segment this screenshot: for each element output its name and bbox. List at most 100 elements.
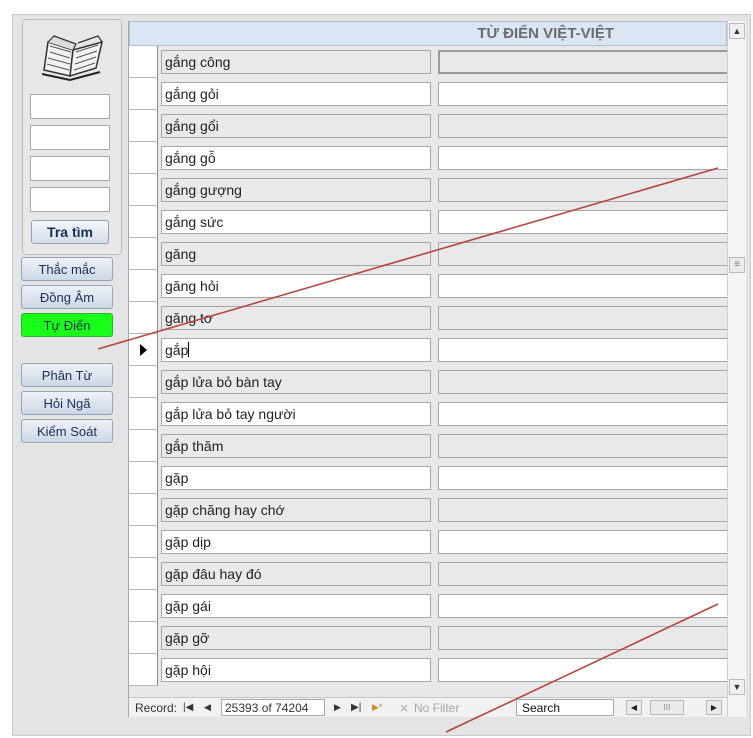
table-row[interactable]: gắp xyxy=(129,334,729,366)
row-selector[interactable] xyxy=(129,302,158,334)
definition-cell[interactable] xyxy=(438,370,729,394)
search-button[interactable]: Tra tìm xyxy=(31,220,109,244)
last-record-icon[interactable]: ▶| xyxy=(351,702,361,713)
scroll-right-icon[interactable]: ▶ xyxy=(706,700,722,715)
definition-cell[interactable] xyxy=(438,626,729,650)
table-row[interactable]: gặp xyxy=(129,462,729,494)
definition-cell[interactable] xyxy=(438,114,729,138)
row-selector[interactable] xyxy=(129,590,158,622)
definition-cell[interactable] xyxy=(438,82,729,106)
table-row[interactable]: găng hỏi xyxy=(129,270,729,302)
row-selector[interactable] xyxy=(129,142,158,174)
scroll-up-icon[interactable]: ▲ xyxy=(729,23,745,39)
word-cell[interactable]: gắp lửa bỏ bàn tay xyxy=(161,370,431,394)
word-cell[interactable]: gặp dịp xyxy=(161,530,431,554)
table-row[interactable]: gắp lửa bỏ bàn tay xyxy=(129,366,729,398)
table-row[interactable]: gắp thăm xyxy=(129,430,729,462)
row-selector[interactable] xyxy=(129,462,158,494)
lookup-input-3[interactable] xyxy=(30,156,110,181)
table-row[interactable]: gặp hội xyxy=(129,654,729,686)
row-selector[interactable] xyxy=(129,334,158,366)
row-selector[interactable] xyxy=(129,654,158,686)
word-cell[interactable]: gắp xyxy=(161,338,431,362)
table-row[interactable]: gắng gổi xyxy=(129,110,729,142)
word-cell[interactable]: gắp thăm xyxy=(161,434,431,458)
table-row[interactable]: gắp lửa bỏ tay người xyxy=(129,398,729,430)
table-row[interactable]: gặp gỡ xyxy=(129,622,729,654)
word-cell[interactable]: gặp gái xyxy=(161,594,431,618)
word-cell[interactable]: gặp gỡ xyxy=(161,626,431,650)
word-cell[interactable]: gặp chăng hay chớ xyxy=(161,498,431,522)
definition-cell[interactable] xyxy=(438,50,729,74)
table-row[interactable]: gắng sức xyxy=(129,206,729,238)
table-row[interactable]: gắng gượng xyxy=(129,174,729,206)
lookup-input-1[interactable] xyxy=(30,94,110,119)
lookup-input-4[interactable] xyxy=(30,187,110,212)
row-selector[interactable] xyxy=(129,430,158,462)
definition-cell[interactable] xyxy=(438,402,729,426)
table-row[interactable]: gắng công xyxy=(129,46,729,78)
prev-record-icon[interactable]: ◀ xyxy=(204,702,211,713)
row-selector[interactable] xyxy=(129,398,158,430)
row-selector[interactable] xyxy=(129,46,158,78)
nav-button-phan-tu[interactable]: Phân Từ xyxy=(21,363,113,387)
row-selector[interactable] xyxy=(129,622,158,654)
row-selector[interactable] xyxy=(129,526,158,558)
table-row[interactable]: găng xyxy=(129,238,729,270)
definition-cell[interactable] xyxy=(438,146,729,170)
word-cell[interactable]: gặp đâu hay đó xyxy=(161,562,431,586)
horizontal-scrollbar[interactable]: ◀ III ▶ xyxy=(626,700,726,715)
definition-cell[interactable] xyxy=(438,498,729,522)
definition-cell[interactable] xyxy=(438,562,729,586)
nav-button-thac-mac[interactable]: Thắc mắc xyxy=(21,257,113,281)
nav-button-dong-am[interactable]: Đồng Âm xyxy=(21,285,113,309)
table-row[interactable]: gặp chăng hay chớ xyxy=(129,494,729,526)
scroll-down-icon[interactable]: ▼ xyxy=(729,679,745,695)
table-row[interactable]: gặp đâu hay đó xyxy=(129,558,729,590)
first-record-icon[interactable]: |◀ xyxy=(183,702,193,713)
next-record-icon[interactable]: ▶ xyxy=(334,702,341,713)
table-row[interactable]: gặp gái xyxy=(129,590,729,622)
word-cell[interactable]: găng tơ xyxy=(161,306,431,330)
nav-button-tu-dien[interactable]: Tự Điển xyxy=(21,313,113,337)
filter-icon[interactable]: ⨯ xyxy=(399,701,409,715)
word-cell[interactable]: gặp xyxy=(161,466,431,490)
row-selector[interactable] xyxy=(129,558,158,590)
row-selector[interactable] xyxy=(129,174,158,206)
definition-cell[interactable] xyxy=(438,274,729,298)
row-selector[interactable] xyxy=(129,238,158,270)
nav-button-hoi-nga[interactable]: Hỏi Ngã xyxy=(21,391,113,415)
row-selector[interactable] xyxy=(129,366,158,398)
word-cell[interactable]: gắp lửa bỏ tay người xyxy=(161,402,431,426)
word-cell[interactable]: gắng công xyxy=(161,50,431,74)
word-cell[interactable]: gắng gỗ xyxy=(161,146,431,170)
table-row[interactable]: găng tơ xyxy=(129,302,729,334)
search-field[interactable]: Search xyxy=(516,699,614,716)
table-row[interactable]: gắng gỗ xyxy=(129,142,729,174)
definition-cell[interactable] xyxy=(438,434,729,458)
row-selector[interactable] xyxy=(129,78,158,110)
definition-cell[interactable] xyxy=(438,178,729,202)
definition-cell[interactable] xyxy=(438,242,729,266)
row-selector[interactable] xyxy=(129,110,158,142)
definition-cell[interactable] xyxy=(438,306,729,330)
row-selector[interactable] xyxy=(129,494,158,526)
word-cell[interactable]: gắng gỏi xyxy=(161,82,431,106)
lookup-input-2[interactable] xyxy=(30,125,110,150)
word-cell[interactable]: gắng sức xyxy=(161,210,431,234)
word-cell[interactable]: gặp hội xyxy=(161,658,431,682)
definition-cell[interactable] xyxy=(438,658,729,682)
definition-cell[interactable] xyxy=(438,466,729,490)
scroll-grip-icon[interactable]: III xyxy=(650,700,684,715)
nav-button-kiem-soat[interactable]: Kiểm Soát xyxy=(21,419,113,443)
definition-cell[interactable] xyxy=(438,530,729,554)
definition-cell[interactable] xyxy=(438,210,729,234)
row-selector[interactable] xyxy=(129,270,158,302)
scroll-thumb-icon[interactable]: ≡ xyxy=(729,257,745,273)
definition-cell[interactable] xyxy=(438,338,729,362)
definition-cell[interactable] xyxy=(438,594,729,618)
row-selector[interactable] xyxy=(129,206,158,238)
new-record-icon[interactable]: ▶* xyxy=(372,702,382,713)
word-cell[interactable]: gắng gượng xyxy=(161,178,431,202)
table-row[interactable]: gặp dịp xyxy=(129,526,729,558)
